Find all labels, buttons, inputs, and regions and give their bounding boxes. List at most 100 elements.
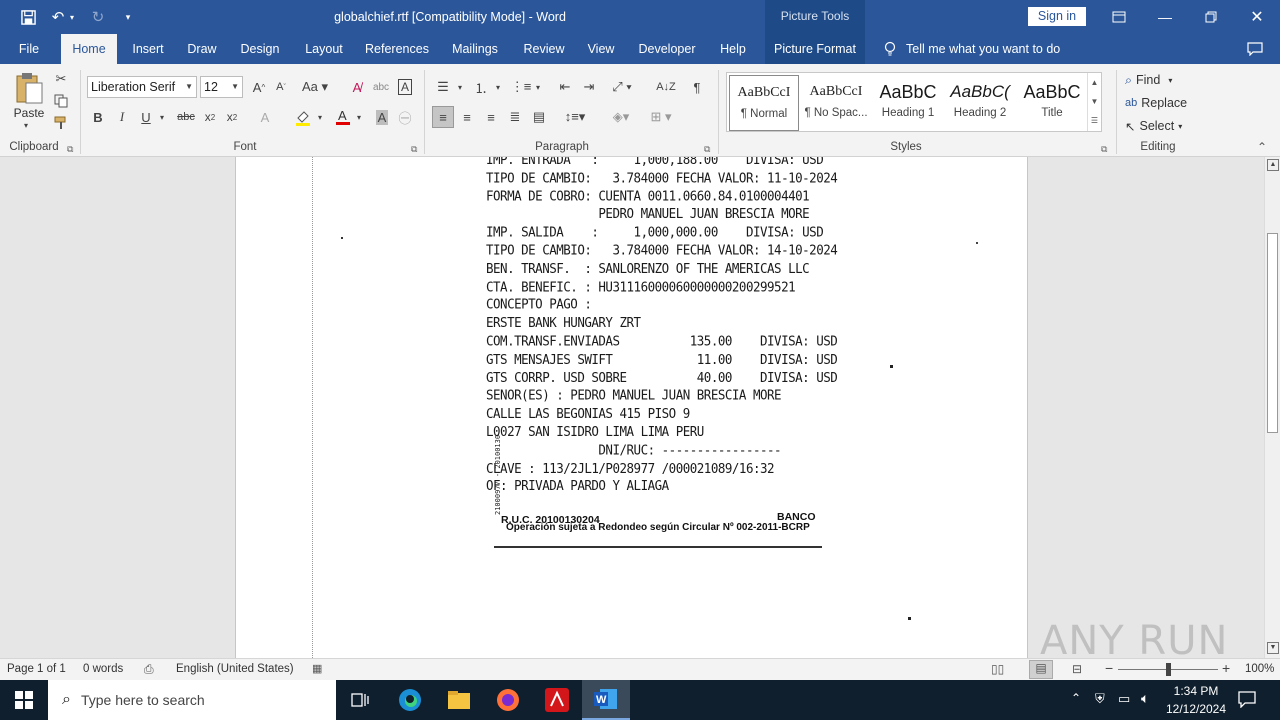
web-layout-icon[interactable]: ⊟ bbox=[1072, 662, 1082, 676]
clipboard-launcher-icon[interactable]: ⧉ bbox=[67, 144, 73, 155]
style-title[interactable]: AaBbC Title bbox=[1017, 75, 1087, 131]
vertical-scrollbar[interactable]: ▲ ▼ bbox=[1264, 157, 1280, 658]
find-button[interactable]: ⌕ Find ▾ bbox=[1125, 70, 1172, 90]
paste-icon[interactable] bbox=[12, 70, 46, 106]
tab-draw[interactable]: Draw bbox=[180, 34, 224, 64]
font-launcher-icon[interactable]: ⧉ bbox=[411, 144, 417, 155]
taskbar-search-box[interactable]: ⌕ Type here to search bbox=[48, 680, 336, 720]
style-normal[interactable]: AaBbCcI ¶ Normal bbox=[729, 75, 799, 131]
decrease-indent-icon[interactable]: ⇤ bbox=[554, 76, 576, 98]
word-taskbar-icon[interactable]: W bbox=[582, 680, 630, 720]
print-layout-icon[interactable]: ▤ bbox=[1029, 660, 1053, 679]
paragraph-launcher-icon[interactable]: ⧉ bbox=[704, 144, 710, 155]
align-right-icon[interactable]: ≡ bbox=[480, 106, 502, 128]
scroll-up-icon[interactable]: ▲ bbox=[1267, 159, 1279, 171]
justify-icon[interactable]: ≣ bbox=[504, 106, 526, 128]
show-formatting-icon[interactable]: ¶ bbox=[686, 76, 708, 98]
highlight-icon[interactable] bbox=[292, 106, 314, 128]
line-spacing-icon[interactable]: ↕≡▾ bbox=[560, 106, 590, 128]
change-case-icon[interactable]: Aa ▾ bbox=[300, 76, 330, 98]
distributed-icon[interactable]: ▤ bbox=[528, 106, 550, 128]
tell-me-search[interactable]: Tell me what you want to do bbox=[906, 34, 1066, 64]
clear-formatting-icon[interactable]: A̸ bbox=[346, 76, 368, 98]
macro-recording-icon[interactable]: ▦ bbox=[312, 662, 322, 675]
close-icon[interactable]: ✕ bbox=[1234, 0, 1280, 34]
language[interactable]: English (United States) bbox=[176, 663, 294, 675]
increase-indent-icon[interactable]: ⇥ bbox=[578, 76, 600, 98]
tab-view[interactable]: View bbox=[580, 34, 622, 64]
subscript-icon[interactable]: x2 bbox=[200, 106, 220, 128]
character-shading-icon[interactable]: A bbox=[372, 106, 392, 128]
bullets-dropdown-icon[interactable]: ▾ bbox=[455, 76, 465, 98]
superscript-icon[interactable]: x2 bbox=[222, 106, 242, 128]
font-color-icon[interactable]: A bbox=[332, 106, 354, 128]
bullets-icon[interactable]: ☰ bbox=[432, 76, 454, 98]
zoom-in-icon[interactable]: + bbox=[1222, 660, 1230, 676]
chevron-up-icon[interactable]: ▲ bbox=[1088, 73, 1101, 92]
paste-dropdown-icon[interactable]: ▾ bbox=[24, 121, 28, 130]
align-center-icon[interactable]: ≡ bbox=[456, 106, 478, 128]
font-size-combo[interactable]: 12 ▼ bbox=[200, 76, 243, 98]
strikethrough-icon[interactable]: abc bbox=[174, 106, 198, 128]
multilevel-dropdown-icon[interactable]: ▾ bbox=[533, 76, 543, 98]
paste-button[interactable]: Paste bbox=[10, 106, 48, 120]
clock-time[interactable]: 1:34 PM bbox=[1160, 684, 1232, 698]
zoom-out-icon[interactable]: − bbox=[1105, 660, 1113, 676]
acrobat-icon[interactable] bbox=[533, 680, 581, 720]
more-styles-icon[interactable]: ☰ bbox=[1088, 111, 1101, 130]
text-effects-icon[interactable]: A bbox=[254, 106, 276, 128]
word-count[interactable]: 0 words bbox=[83, 663, 123, 675]
tab-design[interactable]: Design bbox=[232, 34, 288, 64]
shading-icon[interactable]: ◈▾ bbox=[606, 106, 636, 128]
minimize-icon[interactable]: — bbox=[1142, 0, 1188, 34]
security-icon[interactable]: ⛨ bbox=[1095, 691, 1105, 707]
style-no-spacing[interactable]: AaBbCcI ¶ No Spac... bbox=[801, 75, 871, 131]
multilevel-list-icon[interactable]: ⋮≡ bbox=[510, 76, 532, 98]
enclose-characters-icon[interactable]: ㊀ bbox=[395, 106, 415, 128]
shrink-font-icon[interactable]: Aˇ bbox=[271, 76, 291, 98]
restore-icon[interactable] bbox=[1188, 0, 1234, 34]
highlight-dropdown-icon[interactable]: ▾ bbox=[315, 106, 325, 128]
character-border-icon[interactable]: A bbox=[394, 76, 416, 98]
numbering-dropdown-icon[interactable]: ▾ bbox=[493, 76, 503, 98]
notifications-icon[interactable] bbox=[1238, 690, 1256, 711]
tab-developer[interactable]: Developer bbox=[632, 34, 702, 64]
scroll-thumb[interactable] bbox=[1267, 233, 1278, 433]
show-hidden-icons-icon[interactable]: ⌃ bbox=[1071, 691, 1081, 705]
clock-date[interactable]: 12/12/2024 bbox=[1160, 702, 1232, 716]
file-explorer-icon[interactable] bbox=[435, 680, 483, 720]
underline-icon[interactable]: U bbox=[136, 106, 156, 128]
edge-icon[interactable] bbox=[386, 680, 434, 720]
asian-layout-icon[interactable]: ⤢ ▾ bbox=[610, 76, 634, 98]
tab-help[interactable]: Help bbox=[712, 34, 754, 64]
document-area[interactable]: IMP. ENTRADA : 1,000,188.00 DIVISA: USD … bbox=[0, 157, 1264, 658]
volume-icon[interactable]: 🔈︎ bbox=[1141, 690, 1149, 707]
borders-icon[interactable]: ⊞ ▾ bbox=[644, 106, 678, 128]
document-page[interactable]: IMP. ENTRADA : 1,000,188.00 DIVISA: USD … bbox=[235, 157, 1028, 658]
ribbon-display-options-icon[interactable] bbox=[1096, 0, 1142, 34]
grow-font-icon[interactable]: A ^ bbox=[249, 76, 269, 98]
copy-icon[interactable] bbox=[52, 92, 70, 110]
replace-button[interactable]: ab Replace bbox=[1125, 93, 1187, 113]
zoom-level[interactable]: 100% bbox=[1245, 663, 1274, 675]
style-heading-2[interactable]: AaBbC( Heading 2 bbox=[945, 75, 1015, 131]
firefox-icon[interactable] bbox=[484, 680, 532, 720]
page-count[interactable]: Page 1 of 1 bbox=[7, 663, 66, 675]
tab-mailings[interactable]: Mailings bbox=[444, 34, 506, 64]
format-painter-icon[interactable] bbox=[52, 114, 70, 132]
tab-home[interactable]: Home bbox=[61, 34, 117, 64]
comments-icon[interactable] bbox=[1240, 34, 1270, 64]
tab-references[interactable]: References bbox=[362, 34, 432, 64]
scroll-down-icon[interactable]: ▼ bbox=[1267, 642, 1279, 654]
style-heading-1[interactable]: AaBbC Heading 1 bbox=[873, 75, 943, 131]
task-view-icon[interactable] bbox=[336, 680, 384, 720]
tab-picture-format[interactable]: Picture Format bbox=[765, 34, 865, 64]
underline-dropdown-icon[interactable]: ▾ bbox=[156, 106, 168, 128]
tab-layout[interactable]: Layout bbox=[296, 34, 352, 64]
numbering-icon[interactable]: ⒈ bbox=[470, 76, 492, 98]
tab-insert[interactable]: Insert bbox=[124, 34, 172, 64]
collapse-ribbon-icon[interactable]: ⌃ bbox=[1257, 140, 1267, 154]
font-family-combo[interactable]: Liberation Serif ▼ bbox=[87, 76, 197, 98]
chevron-down-icon[interactable]: ▼ bbox=[1088, 92, 1101, 111]
read-mode-icon[interactable]: ▯▯ bbox=[991, 662, 1004, 676]
